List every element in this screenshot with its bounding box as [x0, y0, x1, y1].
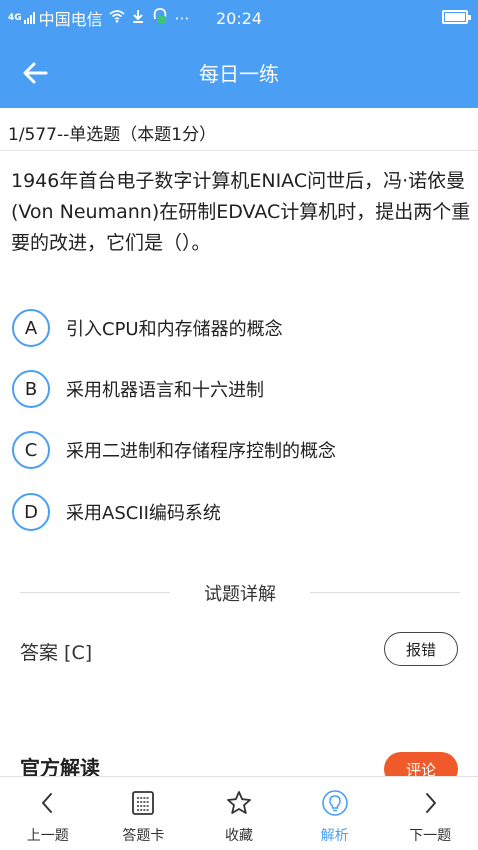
option-text: 采用ASCII编码系统 [66, 503, 221, 524]
more-notifications-icon: ⋯ [174, 9, 190, 27]
next-question-button[interactable]: 下一题 [382, 777, 478, 850]
option-b[interactable]: B 采用机器语言和十六进制 [12, 368, 452, 410]
option-a[interactable]: A 引入CPU和内存储器的概念 [12, 307, 452, 349]
lightbulb-icon [321, 790, 348, 816]
chevron-right-icon [426, 793, 437, 813]
wifi-icon [109, 9, 125, 27]
network-type: 4G [8, 12, 22, 23]
option-text: 采用二进制和存储程序控制的概念 [66, 441, 336, 462]
download-icon [131, 9, 145, 27]
divider [0, 150, 478, 151]
option-text: 引入CPU和内存储器的概念 [66, 319, 283, 340]
option-letter: C [12, 431, 50, 469]
clock: 20:24 [216, 9, 263, 28]
option-letter: D [12, 493, 50, 531]
detail-section-header: 试题详解 [20, 578, 460, 606]
option-letter: A [12, 309, 50, 347]
nav-label: 下一题 [409, 828, 452, 844]
nav-label: 上一题 [26, 828, 69, 844]
option-d[interactable]: D 采用ASCII编码系统 [12, 491, 452, 533]
answer-card-button[interactable]: 答题卡 [96, 777, 192, 850]
app-bar: 每日一练 [0, 36, 478, 108]
assistant-icon [151, 8, 169, 28]
star-icon [227, 791, 251, 814]
status-bar: 4G 中国电信 ⋯ 20:24 [0, 0, 478, 36]
nav-label: 收藏 [224, 828, 253, 844]
battery-icon [442, 10, 471, 24]
chevron-left-icon [41, 793, 52, 813]
option-text: 采用机器语言和十六进制 [66, 380, 264, 401]
page-title: 每日一练 [199, 62, 279, 86]
analysis-tab[interactable]: 解析 [287, 777, 383, 850]
prev-question-button[interactable]: 上一题 [0, 777, 96, 850]
question-text: 1946年首台电子数字计算机ENIAC问世后，冯·诺依曼(Von Neumann… [11, 170, 471, 254]
nav-label: 解析 [320, 828, 349, 844]
option-letter: B [12, 370, 50, 408]
report-error-button[interactable]: 报错 [384, 632, 458, 666]
nav-label: 答题卡 [122, 828, 165, 844]
signal-icon [23, 12, 35, 24]
bottom-nav: 上一题 答题卡 收藏 解析 下一题 [0, 776, 478, 850]
answer-card-icon [132, 791, 155, 815]
answer-text: 答案 [C] [20, 642, 93, 664]
divider [310, 592, 460, 593]
option-c[interactable]: C 采用二进制和存储程序控制的概念 [12, 429, 452, 471]
question-meta: 1/577--单选题（本题1分） [8, 125, 217, 145]
carrier-name: 中国电信 [38, 10, 103, 29]
favorite-button[interactable]: 收藏 [191, 777, 287, 850]
detail-section-title: 试题详解 [204, 584, 276, 605]
